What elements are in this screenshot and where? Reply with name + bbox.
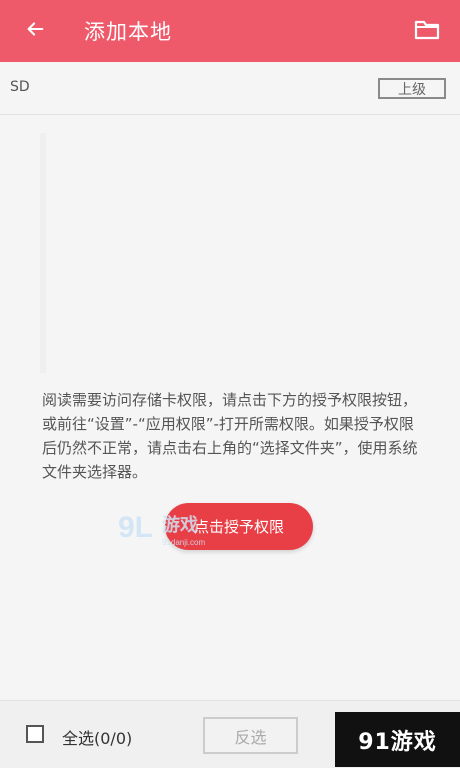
- file-list-area: 阅读需要访问存储卡权限，请点击下方的授予权限按钮，或前往“设置”-“应用权限”-…: [0, 115, 460, 700]
- empty-list-area: [40, 133, 426, 373]
- back-arrow-icon: [24, 18, 46, 44]
- select-folder-button[interactable]: [410, 15, 444, 49]
- permission-message: 阅读需要访问存储卡权限，请点击下方的授予权限按钮，或前往“设置”-“应用权限”-…: [42, 391, 418, 481]
- folder-icon: [414, 19, 440, 45]
- parent-directory-button[interactable]: 上级: [378, 78, 446, 99]
- brand-watermark: 91游戏: [335, 712, 460, 767]
- svg-text:91danji.com: 91danji.com: [162, 538, 205, 547]
- page-title: 添加本地: [84, 20, 172, 44]
- back-button[interactable]: [18, 14, 52, 48]
- select-all-checkbox[interactable]: [26, 725, 44, 743]
- watermark-logo: 9L 游戏 91danji.com: [118, 511, 205, 547]
- svg-text:游戏: 游戏: [162, 514, 198, 536]
- brand-watermark-text: 91游戏: [358, 729, 437, 755]
- select-all-label[interactable]: 全选(0/0): [62, 725, 132, 749]
- invert-selection-button[interactable]: 反选: [203, 717, 298, 754]
- current-path: SD: [10, 79, 30, 95]
- svg-text:9L: 9L: [118, 511, 153, 544]
- app-bar: 添加本地: [0, 0, 460, 62]
- path-bar: SD 上级: [0, 62, 460, 115]
